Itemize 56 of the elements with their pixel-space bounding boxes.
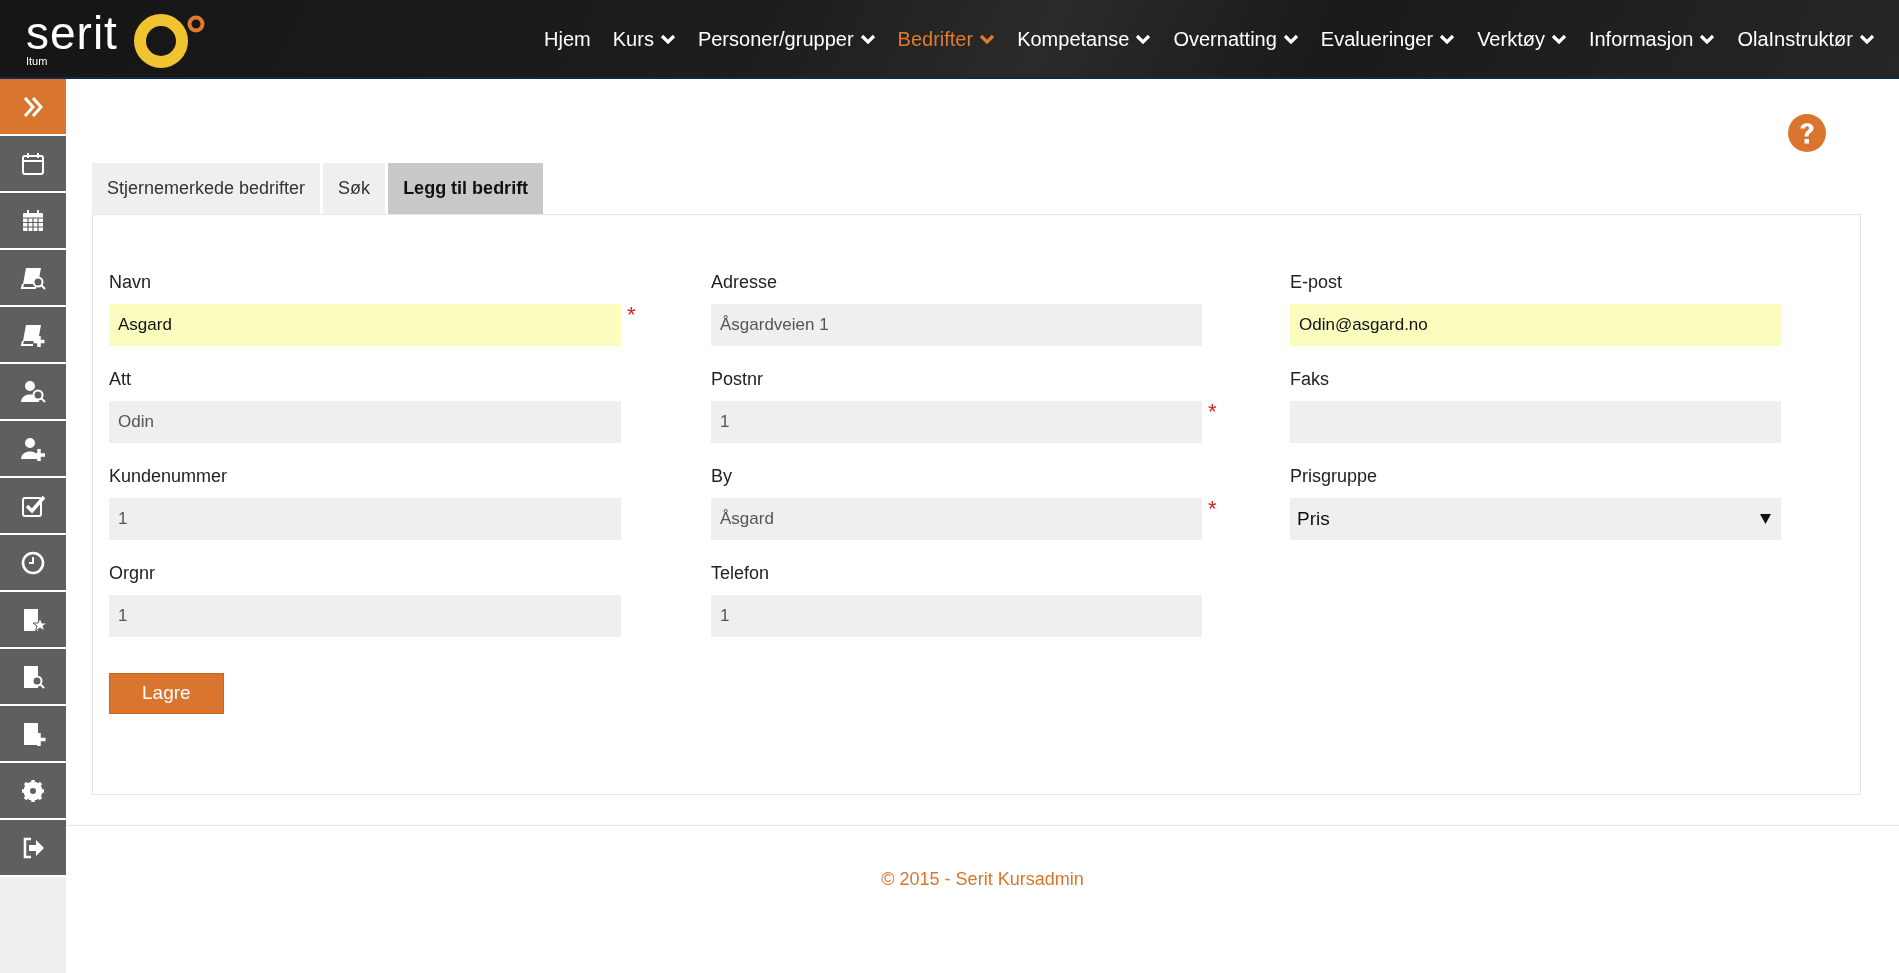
input-field[interactable]: 1 [109,498,621,540]
sidebar-button[interactable] [0,592,66,649]
field-label: Prisgruppe [1290,465,1379,488]
nav-link[interactable]: Personer/grupper [697,19,876,58]
tab[interactable]: Stjernemerkede bedrifter [92,163,321,214]
field-label: By [711,465,733,488]
caret-icon [1760,514,1771,524]
nav-link[interactable]: Evalueringer [1320,19,1456,58]
sidebar-button[interactable] [0,193,66,250]
input-field[interactable]: Åsgard [711,498,1202,540]
field-label: Faks [1290,368,1330,391]
tab[interactable]: Legg til bedrift [388,163,544,214]
sidebar-button[interactable] [0,421,66,478]
nav-link[interactable]: Bedrifter [897,19,996,58]
nav-link[interactable]: Overnatting [1173,19,1299,58]
sidebar-button[interactable] [0,250,66,307]
input-field[interactable]: 1 [109,595,621,637]
sidebar-button[interactable] [0,307,66,364]
required-mark: * [627,304,636,326]
input-field[interactable]: Odin@asgard.no [1290,304,1781,346]
field-label: Telefon [711,562,771,585]
sidebar-button[interactable] [0,706,66,763]
required-mark: * [1208,401,1217,423]
sidebar-button[interactable] [0,820,66,877]
sidebar-button[interactable] [0,763,66,820]
input-field[interactable]: 1 [711,595,1202,637]
sidebar-button[interactable] [0,535,66,592]
field-label: Orgnr [109,562,156,585]
logo-text: serit [26,10,118,56]
sidebar-button[interactable] [0,79,66,136]
input-field[interactable]: 1 [711,401,1202,443]
sidebar-button[interactable] [0,136,66,193]
sidebar-button[interactable] [0,478,66,535]
nav-link[interactable]: Hjem [544,19,591,58]
field-label: Postnr [711,368,765,391]
field-label: Adresse [711,271,779,294]
select-field[interactable]: Pris [1290,498,1781,540]
input-field[interactable]: Åsgardveien 1 [711,304,1202,346]
nav-link[interactable]: Kompetanse [1017,19,1152,58]
sidebar-button[interactable] [0,649,66,706]
field-label: Att [109,368,132,391]
nav-link[interactable]: Informasjon [1588,19,1716,58]
input-field[interactable]: Odin [109,401,621,443]
nav-link[interactable]: Kurs [612,19,676,58]
input-field[interactable]: Asgard [109,304,621,346]
help-icon[interactable] [1787,113,1827,153]
nav-link[interactable]: OlaInstruktør [1737,19,1875,58]
field-label: Kundenummer [109,465,229,488]
copyright-text: © 2015 - Serit Kursadmin [881,868,1084,889]
tab[interactable]: Søk [323,163,386,214]
required-mark: * [1208,498,1217,520]
sidebar-button[interactable] [0,364,66,421]
logo-subtitle: Itum [26,56,49,67]
field-label: Navn [109,271,153,294]
field-label: E-post [1290,271,1344,294]
nav-link[interactable]: Verktøy [1477,19,1567,58]
